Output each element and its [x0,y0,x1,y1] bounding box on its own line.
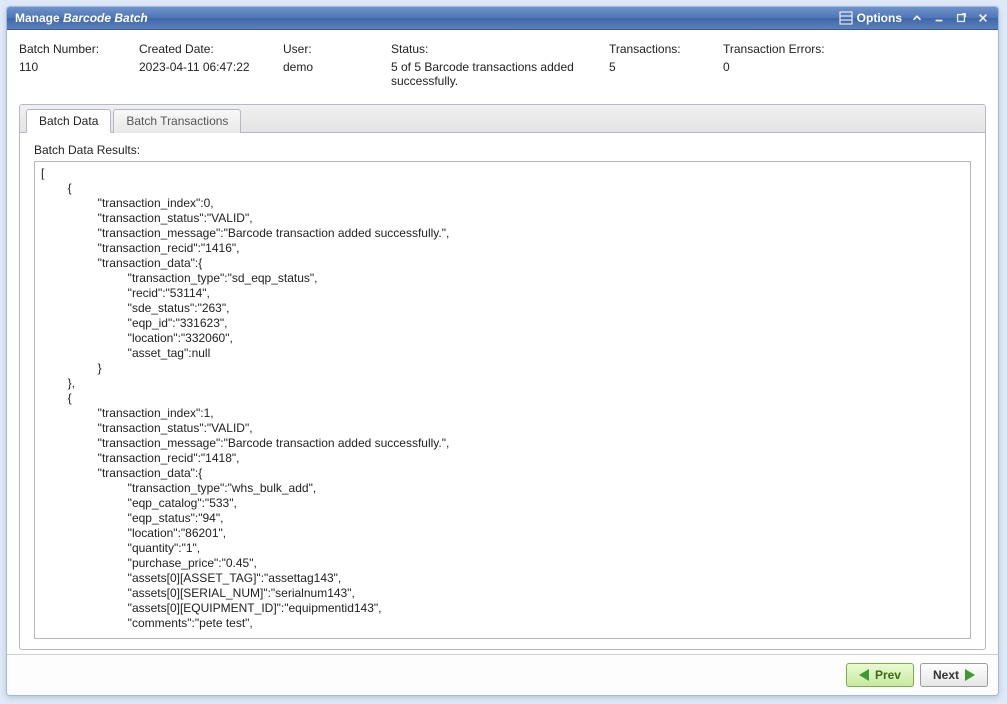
options-label: Options [857,11,902,25]
window-title: Manage Barcode Batch [15,11,148,25]
tab-panel: Batch Data Batch Transactions Batch Data… [19,104,986,650]
tab-strip: Batch Data Batch Transactions [20,105,985,133]
maximize-button[interactable] [954,11,968,25]
title-text: Manage [15,11,60,25]
batch-number-value: 110 [19,56,119,74]
tab-batch-transactions[interactable]: Batch Transactions [113,109,241,133]
batch-number-label: Batch Number: [19,42,119,56]
tab-batch-data[interactable]: Batch Data [26,109,111,133]
created-date-value: 2023-04-11 06:47:22 [139,56,263,74]
user-value: demo [283,56,371,74]
errors-label: Transaction Errors: [723,42,863,56]
prev-label: Prev [875,668,901,682]
results-textarea[interactable] [34,161,971,639]
status-label: Status: [391,42,589,56]
window-frame: Manage Barcode Batch Options [6,6,999,696]
options-menu[interactable]: Options [839,11,902,25]
title-emph: Barcode Batch [63,11,148,25]
close-button[interactable] [976,11,990,25]
errors-value: 0 [723,56,863,74]
transactions-label: Transactions: [609,42,703,56]
arrow-left-icon [859,669,869,681]
created-date-label: Created Date: [139,42,263,56]
minimize-button[interactable] [932,11,946,25]
arrow-right-icon [965,669,975,681]
footer: Prev Next [7,654,998,695]
results-label: Batch Data Results: [34,143,971,157]
prev-button[interactable]: Prev [846,663,914,687]
next-button[interactable]: Next [920,663,988,687]
title-bar: Manage Barcode Batch Options [7,7,998,30]
transactions-value: 5 [609,56,703,74]
collapse-button[interactable] [910,11,924,25]
options-icon [839,11,853,25]
status-value: 5 of 5 Barcode transactions added succes… [391,56,589,88]
user-label: User: [283,42,371,56]
info-row: Batch Number: 110 Created Date: 2023-04-… [19,40,986,104]
next-label: Next [933,668,959,682]
